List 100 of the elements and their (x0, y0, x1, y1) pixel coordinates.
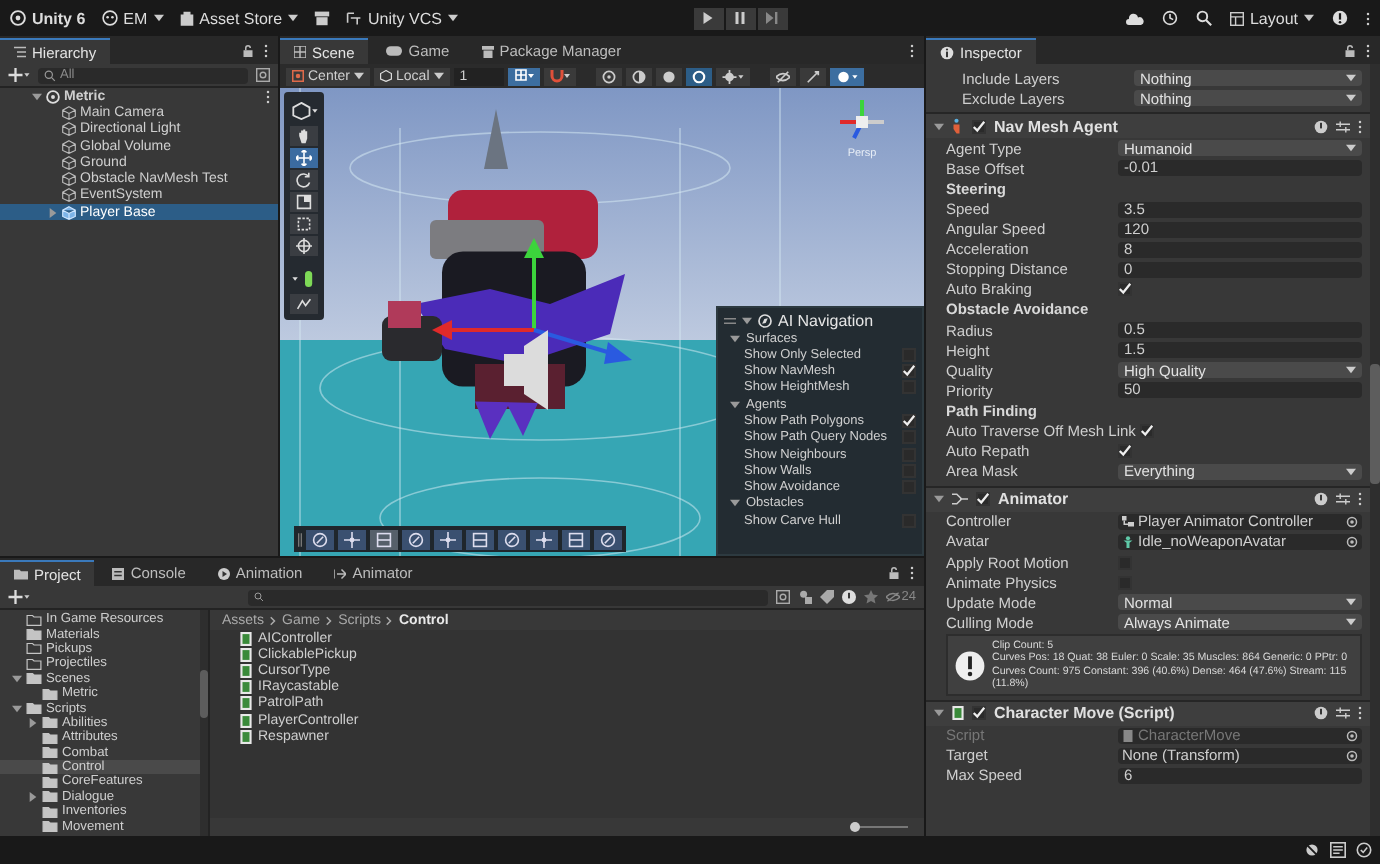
checkbox[interactable] (1139, 424, 1154, 439)
nav-tool-button[interactable] (306, 529, 334, 549)
transform-tool[interactable] (290, 236, 318, 256)
caret-icon (288, 14, 299, 22)
nav-tool-button[interactable] (370, 529, 398, 549)
help-icon[interactable] (1314, 706, 1328, 721)
presets-icon[interactable] (1336, 492, 1350, 507)
checkbox[interactable] (902, 430, 916, 445)
presets-icon[interactable] (1336, 706, 1350, 721)
history-icon[interactable] (1161, 10, 1178, 26)
expanded-arrow-icon[interactable] (730, 399, 740, 410)
help-icon[interactable] (1314, 492, 1328, 507)
add-icon[interactable] (8, 590, 30, 604)
play-button[interactable] (693, 7, 724, 29)
expanded-arrow-icon[interactable] (730, 333, 740, 344)
visibility-button[interactable] (769, 67, 796, 85)
check-circle-icon[interactable] (1356, 842, 1372, 858)
scene-search-icon[interactable] (256, 68, 270, 82)
nav-tool-button[interactable] (434, 529, 462, 549)
checkbox[interactable] (902, 414, 916, 429)
nav-tool-button[interactable] (530, 529, 558, 549)
view-options-icon[interactable] (291, 102, 317, 120)
component-header[interactable]: Nav Mesh Agent (926, 112, 1370, 139)
nav-tool-button[interactable] (402, 529, 430, 549)
checkbox[interactable] (902, 364, 916, 379)
move-tool[interactable] (290, 148, 318, 168)
slash-circle-icon (504, 531, 520, 547)
shading-button[interactable] (595, 67, 622, 85)
expanded-arrow-icon[interactable] (742, 315, 752, 325)
enabled-checkbox[interactable] (976, 492, 990, 507)
grid-icon (294, 46, 306, 58)
component-header[interactable]: Animator (926, 485, 1370, 512)
cloud-icon[interactable] (1125, 11, 1144, 25)
nav-tool-button[interactable] (466, 529, 494, 549)
layout-menu[interactable]: Layout (1229, 9, 1314, 27)
expanded-arrow-icon[interactable] (730, 498, 740, 509)
presets-icon[interactable] (1336, 119, 1350, 134)
version-control-menu[interactable]: Unity VCS (346, 9, 458, 27)
pause-button[interactable] (725, 7, 756, 29)
rotate-icon (296, 172, 312, 188)
debug-icon[interactable] (1304, 842, 1320, 858)
hand-tool[interactable] (290, 126, 318, 146)
tools-button[interactable] (799, 67, 826, 85)
nav-tool-button[interactable] (338, 529, 366, 549)
filter-type-icon[interactable] (797, 590, 812, 604)
nav-tool-button[interactable] (562, 529, 590, 549)
gizmos-button[interactable] (829, 67, 864, 85)
lock-icon[interactable] (1344, 43, 1356, 57)
asset-store-menu[interactable]: Asset Store (179, 9, 299, 27)
search-field[interactable] (247, 589, 768, 605)
star-icon[interactable] (863, 590, 878, 604)
capsule-icon[interactable] (291, 270, 317, 288)
add-icon[interactable] (8, 68, 30, 82)
slider-thumb[interactable] (850, 822, 861, 832)
rotate-tool[interactable] (290, 170, 318, 190)
expanded-arrow-icon[interactable] (934, 494, 944, 505)
collapsed-arrow-icon[interactable] (28, 717, 38, 728)
wireframe-button[interactable] (685, 67, 712, 85)
checkbox[interactable] (1118, 444, 1132, 459)
help-icon[interactable] (1332, 10, 1348, 26)
search-icon[interactable] (1195, 10, 1212, 26)
collapsed-arrow-icon[interactable] (48, 207, 58, 218)
rect-tool[interactable] (290, 214, 318, 234)
archive-icon[interactable] (314, 10, 331, 26)
drag-handle-icon[interactable] (298, 531, 302, 547)
path-tool[interactable] (290, 294, 318, 314)
snap-button[interactable] (543, 67, 576, 85)
scale-tool[interactable] (290, 192, 318, 212)
drag-handle-icon[interactable] (724, 317, 736, 323)
scrollbar[interactable] (1370, 64, 1380, 836)
checkbox[interactable] (902, 380, 916, 395)
lighting-button[interactable] (715, 67, 750, 85)
nav-tool-button[interactable] (594, 529, 622, 549)
enabled-checkbox[interactable] (972, 119, 986, 134)
checkbox[interactable] (1118, 282, 1132, 297)
solid-button[interactable] (655, 67, 682, 85)
expanded-arrow-icon[interactable] (12, 703, 22, 714)
warning-icon[interactable] (841, 590, 856, 604)
tag-icon[interactable] (819, 590, 834, 604)
lock-icon[interactable] (888, 565, 900, 579)
progress-icon[interactable] (1330, 842, 1346, 858)
expanded-arrow-icon[interactable] (12, 673, 22, 684)
account-menu[interactable]: EM (101, 9, 164, 27)
version-menu[interactable]: Unity 6 (10, 9, 86, 27)
expanded-arrow-icon[interactable] (934, 708, 944, 719)
enabled-checkbox[interactable] (972, 706, 986, 721)
search-scope-icon[interactable] (775, 590, 790, 604)
step-button[interactable] (757, 7, 788, 29)
expanded-arrow-icon[interactable] (934, 121, 944, 132)
shaded-button[interactable] (625, 67, 652, 85)
component-header[interactable]: Character Move (Script) (926, 699, 1370, 726)
grid-snap-button[interactable] (507, 67, 540, 85)
help-icon[interactable] (1314, 119, 1328, 134)
caret-icon (1346, 366, 1356, 375)
collapsed-arrow-icon[interactable] (28, 791, 38, 802)
expanded-arrow-icon[interactable] (32, 91, 42, 102)
lock-icon[interactable] (242, 43, 254, 57)
component-title: Animator (998, 490, 1069, 509)
nav-tool-button[interactable] (498, 529, 526, 549)
checkbox[interactable] (902, 348, 916, 363)
